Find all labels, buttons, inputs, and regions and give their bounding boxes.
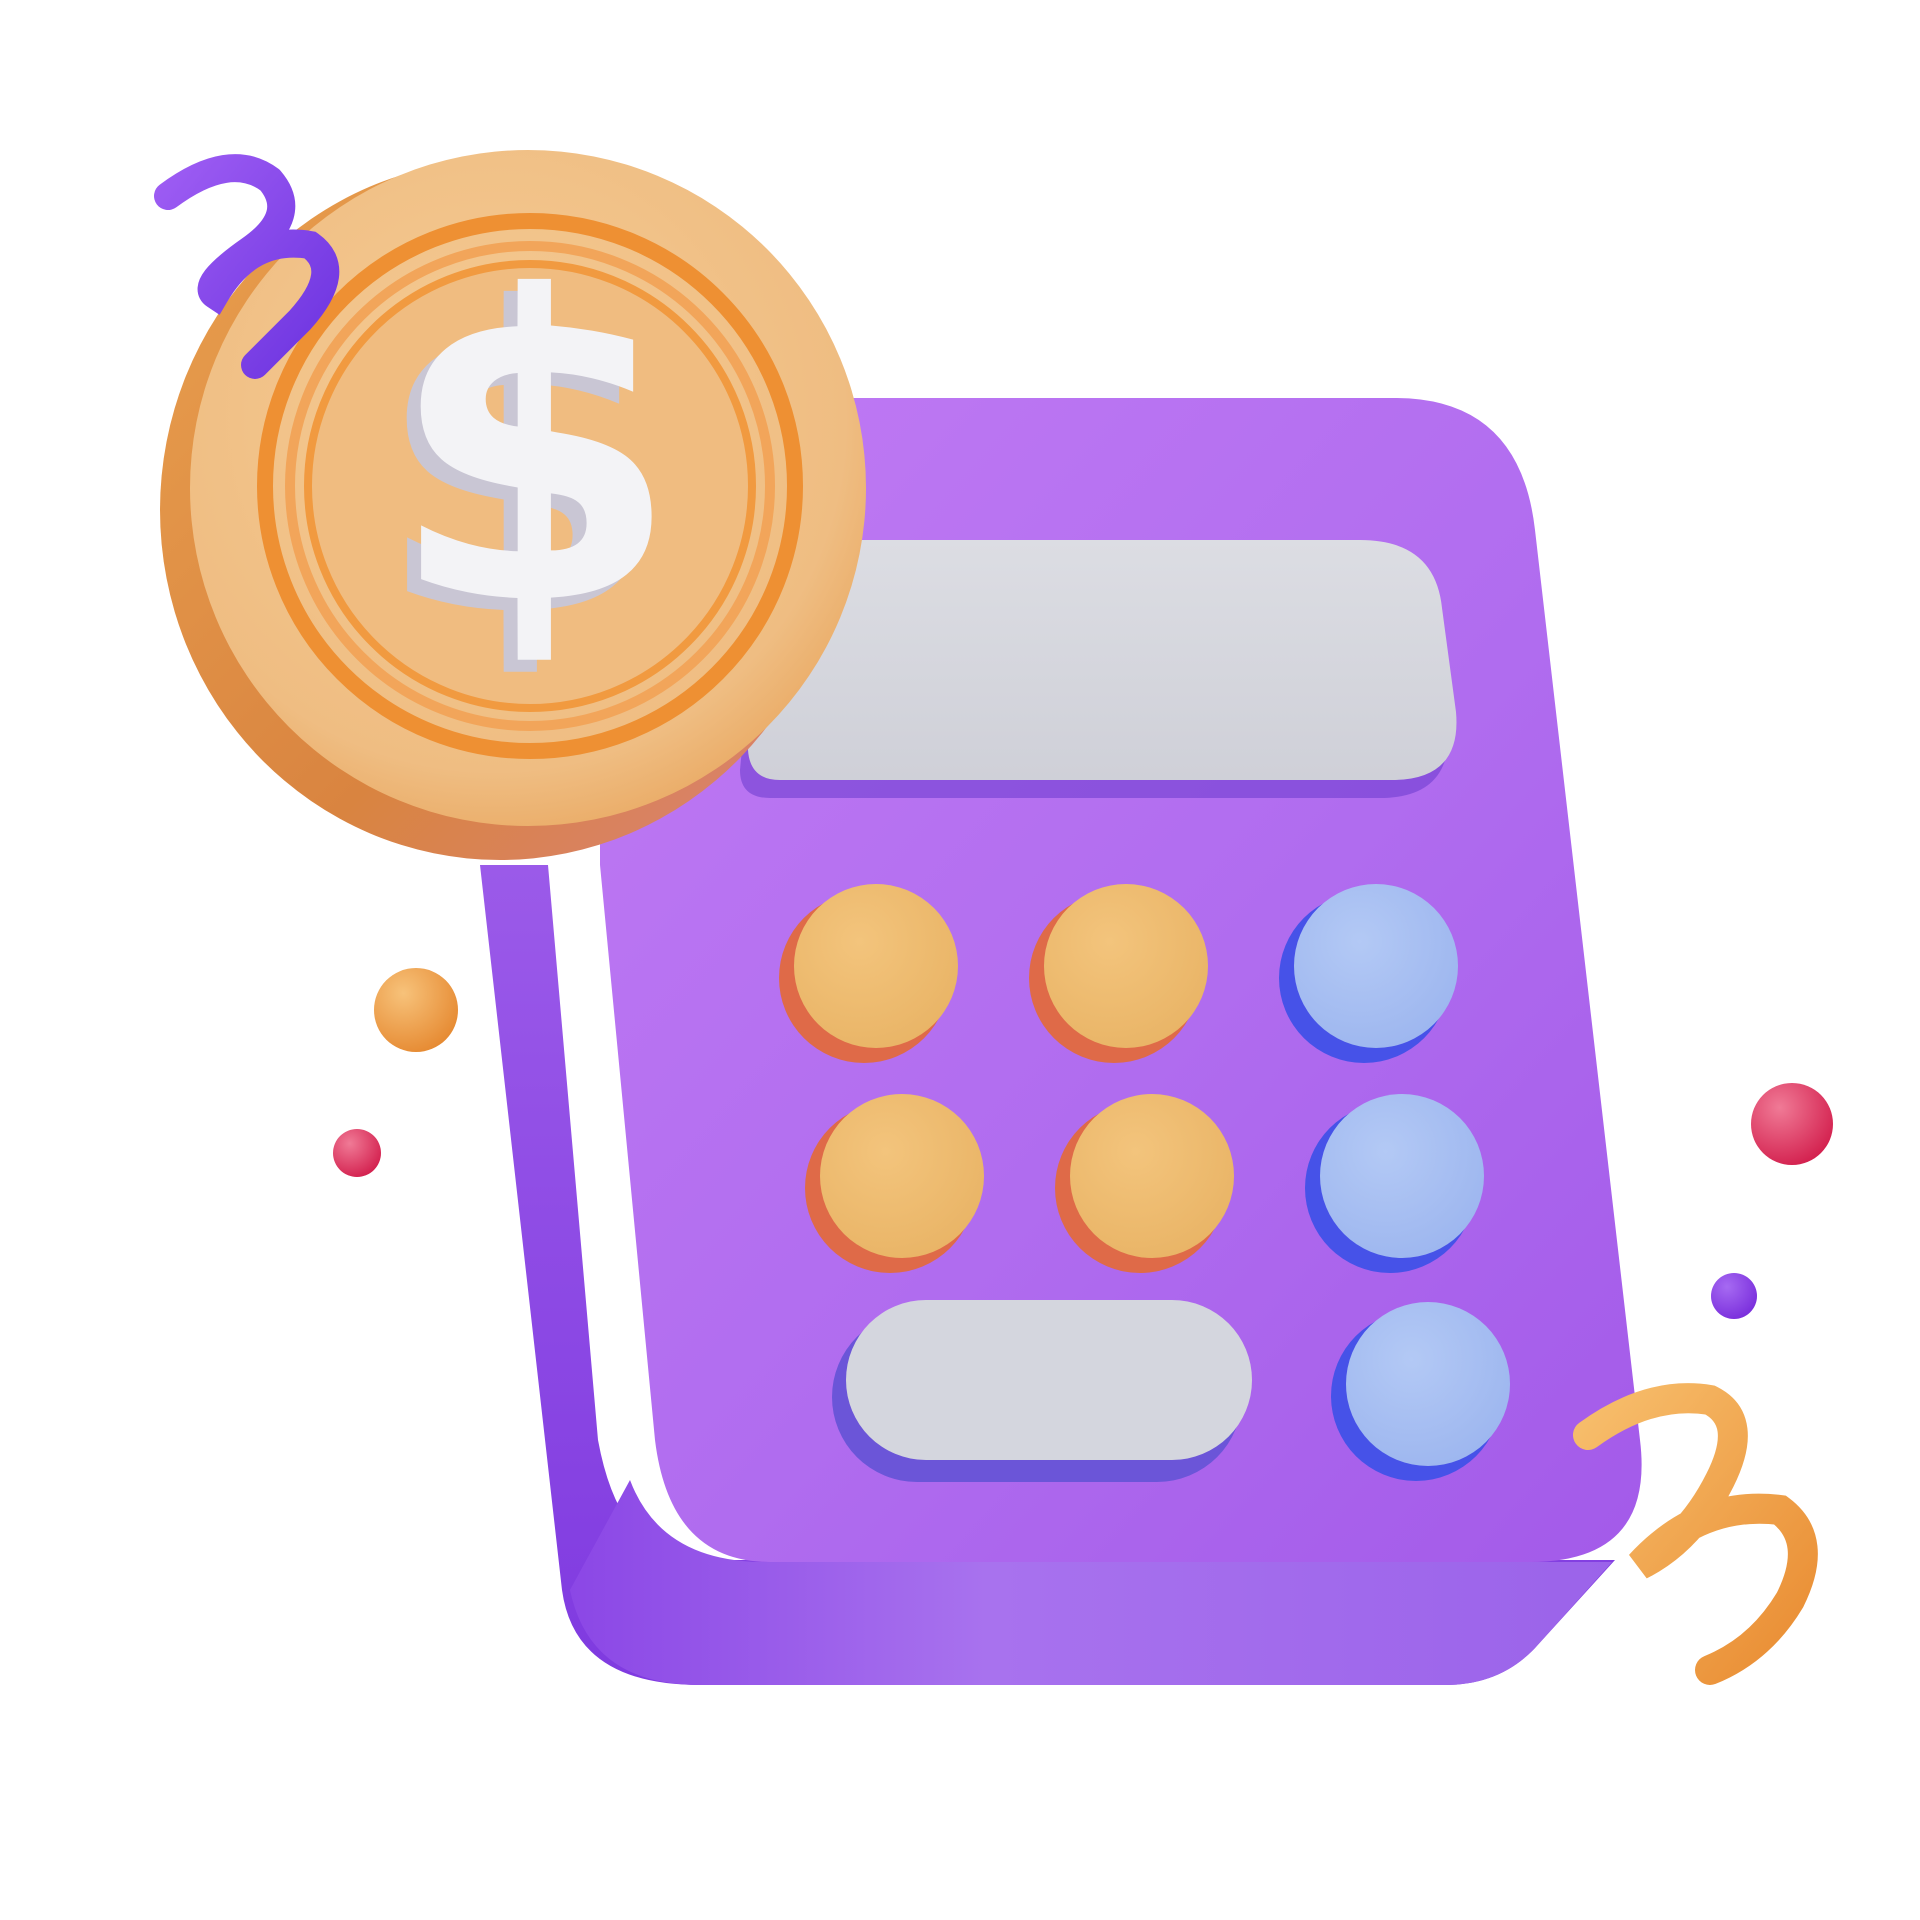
orb-decoration-orange [374,968,458,1052]
calculator-coin-illustration: $ $ [154,150,1833,1685]
orb-decoration-pink [333,1129,381,1177]
orb-decoration-pink [1751,1083,1833,1165]
key-wide [832,1300,1252,1482]
orb-decoration-purple [1711,1273,1757,1319]
dollar-symbol: $ [388,209,680,698]
